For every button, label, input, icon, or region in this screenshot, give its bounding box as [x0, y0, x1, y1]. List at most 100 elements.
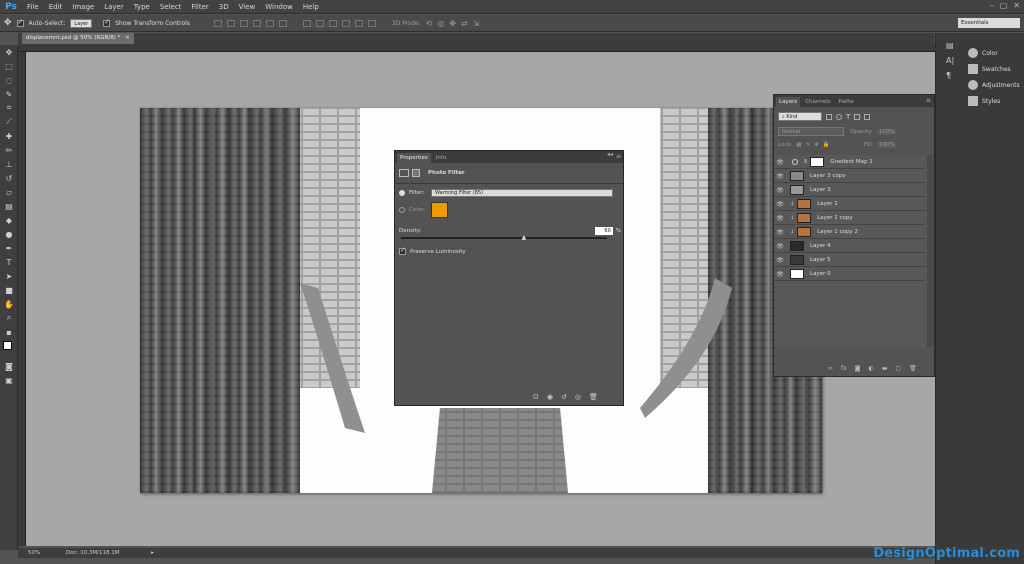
lasso-tool[interactable]: ◌	[0, 73, 18, 87]
layer-row[interactable]: 👁 Layer 3	[774, 184, 926, 197]
marquee-tool[interactable]: ⬚	[0, 59, 18, 73]
delete-icon[interactable]: 🗑	[589, 393, 598, 401]
zoom-level[interactable]: 50%	[28, 550, 40, 556]
3d-roll-icon[interactable]: ◎	[437, 19, 444, 28]
transform-controls-checkbox[interactable]	[103, 18, 111, 27]
menu-filter[interactable]: Filter	[186, 0, 213, 14]
visibility-eye-icon[interactable]: 👁	[774, 159, 786, 166]
color-swatches[interactable]	[0, 339, 18, 359]
minimize-icon[interactable]: –	[990, 1, 994, 10]
layer-row[interactable]: 👁 Layer 4	[774, 240, 926, 253]
visibility-eye-icon[interactable]: 👁	[774, 257, 786, 264]
path-select-tool[interactable]: ➤	[0, 269, 18, 283]
visibility-eye-icon[interactable]: 👁	[774, 243, 786, 250]
gradient-tool[interactable]: ▤	[0, 199, 18, 213]
visibility-eye-icon[interactable]: 👁	[774, 173, 786, 180]
visibility-eye-icon[interactable]: 👁	[774, 215, 786, 222]
density-slider-thumb[interactable]: ▲	[522, 235, 527, 241]
menu-layer[interactable]: Layer	[99, 0, 129, 14]
align-vcenter-icon[interactable]	[226, 19, 235, 27]
menu-edit[interactable]: Edit	[44, 0, 68, 14]
preserve-luminosity-checkbox[interactable]	[399, 246, 406, 255]
clip-to-layer-icon[interactable]: ⊡	[533, 393, 539, 401]
auto-select-checkbox[interactable]	[16, 18, 24, 27]
layer-row[interactable]: 👁 ↓ Layer 1	[774, 198, 926, 211]
quick-select-tool[interactable]: ✎	[0, 87, 18, 101]
layers-menu-icon[interactable]: ≡	[926, 97, 931, 104]
kind-filter-dropdown[interactable]: ⌕ Kind	[778, 112, 822, 121]
new-adjustment-icon[interactable]: ◐	[869, 365, 874, 372]
layer-row[interactable]: 👁 ↓ Layer 1 copy	[774, 212, 926, 225]
align-left-icon[interactable]	[252, 19, 261, 27]
shape-tool[interactable]: ■	[0, 283, 18, 297]
layer-row[interactable]: 👁 Layer 5	[774, 254, 926, 267]
healing-tool[interactable]: ✚	[0, 129, 18, 143]
eraser-tool[interactable]: ▱	[0, 185, 18, 199]
3d-pan-icon[interactable]: ✥	[449, 19, 456, 28]
panel-menu-icon[interactable]: ≡	[616, 153, 621, 160]
density-input[interactable]: 60	[594, 227, 613, 235]
menu-file[interactable]: File	[22, 0, 44, 14]
delete-layer-icon[interactable]: 🗑	[909, 365, 917, 372]
tab-layers[interactable]: Layers	[776, 97, 801, 107]
crop-tool[interactable]: ⌗	[0, 101, 18, 115]
foreground-color-swatch[interactable]	[3, 341, 12, 350]
new-group-icon[interactable]: ▬	[882, 365, 888, 372]
link-layers-icon[interactable]: ∞	[828, 365, 833, 372]
type-tool[interactable]: T	[0, 255, 18, 269]
menu-3d[interactable]: 3D	[214, 0, 234, 14]
lock-image-icon[interactable]: ✎	[806, 142, 811, 148]
tab-properties[interactable]: Properties	[397, 153, 431, 163]
distribute-bottom-icon[interactable]	[328, 19, 337, 27]
new-layer-icon[interactable]: ▢	[895, 365, 901, 372]
move-tool[interactable]: ✥	[0, 45, 18, 59]
status-arrow-icon[interactable]: ▸	[151, 550, 154, 556]
distribute-hcenter-icon[interactable]	[354, 19, 363, 27]
distribute-right-icon[interactable]	[367, 19, 376, 27]
fill-field[interactable]: 100%	[876, 142, 897, 148]
visibility-eye-icon[interactable]: 👁	[774, 201, 786, 208]
reset-icon[interactable]: ↺	[561, 393, 567, 401]
layer-row[interactable]: 👁 ↓ Layer 1 copy 2	[774, 226, 926, 239]
filter-smart-icon[interactable]	[864, 113, 871, 120]
maximize-icon[interactable]: ▢	[1000, 1, 1008, 10]
align-right-icon[interactable]	[278, 19, 287, 27]
doc-size[interactable]: Doc: 10.3M/118.1M	[66, 550, 120, 556]
3d-slide-icon[interactable]: ⇄	[461, 19, 468, 28]
auto-select-dropdown[interactable]: Layer	[70, 18, 93, 28]
menu-help[interactable]: Help	[298, 0, 324, 14]
close-tab-icon[interactable]: ×	[125, 35, 130, 41]
tab-info[interactable]: Info	[433, 153, 449, 163]
visibility-eye-icon[interactable]: 👁	[774, 271, 786, 278]
density-slider-track[interactable]: ▲	[401, 235, 607, 241]
tab-paths[interactable]: Paths	[836, 97, 857, 107]
filter-type-icon[interactable]: T	[846, 113, 850, 121]
lock-all-icon[interactable]: 🔒	[823, 142, 830, 148]
opacity-field[interactable]: 100%	[876, 128, 897, 135]
menu-type[interactable]: Type	[129, 0, 155, 14]
stamp-tool[interactable]: ⊥	[0, 157, 18, 171]
blend-mode-dropdown[interactable]: Normal	[778, 127, 844, 136]
dock-item-swatches[interactable]: Swatches	[936, 61, 1024, 77]
default-colors-icon[interactable]: ▪	[0, 325, 18, 339]
filter-adjust-icon[interactable]	[836, 113, 842, 120]
layers-scrollbar[interactable]	[927, 155, 934, 347]
layer-row[interactable]: 👁 8 Gradient Map 1	[774, 156, 926, 169]
layer-row[interactable]: 👁 Layer 0	[774, 268, 926, 281]
filter-dropdown[interactable]: Warming Filter (85)	[431, 189, 613, 197]
dock-item-color[interactable]: Color	[936, 45, 1024, 61]
chain-icon[interactable]: 8	[804, 159, 807, 165]
pen-tool[interactable]: ✒	[0, 241, 18, 255]
align-bottom-icon[interactable]	[239, 19, 248, 27]
dodge-tool[interactable]: ●	[0, 227, 18, 241]
zoom-tool[interactable]: ⌕	[0, 311, 18, 325]
align-hcenter-icon[interactable]	[265, 19, 274, 27]
toggle-visibility-icon[interactable]: ◎	[575, 393, 581, 401]
menu-view[interactable]: View	[234, 0, 261, 14]
align-top-icon[interactable]	[213, 19, 222, 27]
distribute-top-icon[interactable]	[302, 19, 311, 27]
eyedropper-tool[interactable]: ⟋	[0, 115, 18, 129]
filter-pixel-icon[interactable]	[826, 113, 832, 120]
3d-scale-icon[interactable]: ⇲	[473, 19, 480, 28]
menu-select[interactable]: Select	[155, 0, 187, 14]
